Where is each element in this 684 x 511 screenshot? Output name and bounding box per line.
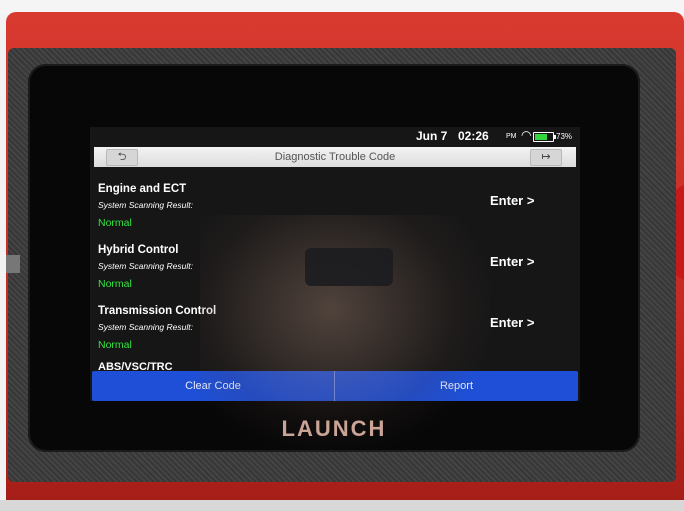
exit-icon[interactable]: ↦: [530, 149, 562, 166]
system-name: Transmission Control: [98, 305, 217, 317]
system-name: Engine and ECT: [98, 183, 187, 195]
page-title: Diagnostic Trouble Code: [274, 151, 396, 163]
status-date: Jun 7: [416, 129, 448, 143]
report-button[interactable]: Report: [335, 371, 578, 401]
battery-percent: 73%: [556, 132, 573, 141]
list-item: Engine and ECT System Scanning Result: N…: [90, 175, 580, 236]
system-subtitle: System Scanning Result:: [98, 200, 193, 210]
back-arrow-icon[interactable]: ⮌: [106, 149, 138, 166]
clear-code-button[interactable]: Clear Code: [92, 371, 335, 401]
system-status: Normal: [98, 339, 132, 351]
battery-level-fill: [535, 134, 547, 140]
action-bar: Clear Code Report: [92, 371, 578, 401]
photo-bottom: [0, 500, 684, 511]
system-status: Normal: [98, 278, 132, 290]
title-bar: ⮌ Diagnostic Trouble Code ↦: [94, 147, 576, 167]
system-subtitle: System Scanning Result:: [98, 261, 193, 271]
status-ampm: PM: [506, 133, 517, 140]
device-side-port: [6, 255, 20, 273]
enter-button[interactable]: Enter >: [490, 315, 534, 330]
enter-button[interactable]: Enter >: [490, 193, 534, 208]
wifi-icon: ◠: [521, 128, 532, 142]
system-name: Hybrid Control: [98, 244, 179, 256]
status-bar: Jun 7 02:26 PM ◠ 73%: [90, 127, 580, 145]
system-status: Normal: [98, 217, 132, 229]
battery-icon: [533, 132, 556, 142]
list-item: Transmission Control System Scanning Res…: [90, 297, 580, 358]
enter-button[interactable]: Enter >: [490, 254, 534, 269]
status-time: 02:26: [458, 129, 489, 143]
system-subtitle: System Scanning Result:: [98, 322, 193, 332]
reflected-phone: [305, 248, 393, 286]
brand-logo: LAUNCH: [281, 416, 387, 441]
